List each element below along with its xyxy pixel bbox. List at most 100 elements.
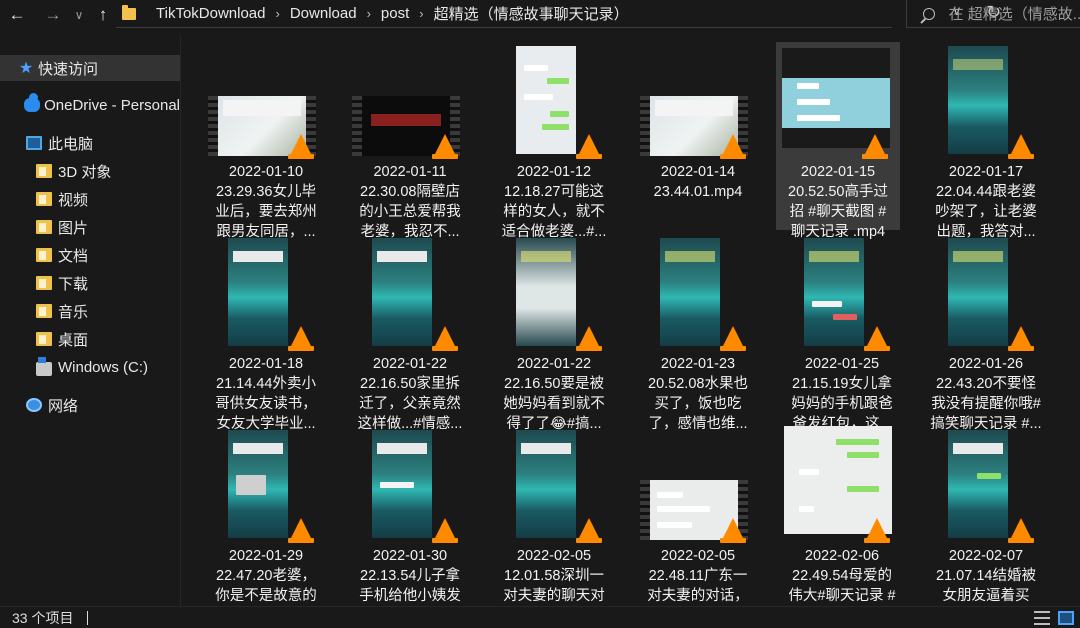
sidebar-item-windows-c[interactable]: Windows (C:): [0, 354, 180, 380]
video-thumbnail: [228, 238, 288, 346]
vlc-icon: [1008, 134, 1034, 159]
file-item[interactable]: 2022-01-10 23.29.36女儿毕 业后，要去郑州 跟男友同居，...: [204, 42, 328, 240]
forward-button[interactable]: →: [40, 0, 66, 30]
chat-bubble: [846, 486, 880, 493]
folder-icon: [36, 164, 52, 178]
chevron-right-icon: ›: [419, 6, 424, 21]
sidebar-item-network[interactable]: 网络: [0, 392, 180, 418]
file-view: 2022-01-10 23.29.36女儿毕 业后，要去郑州 跟男友同居，...…: [181, 36, 1080, 606]
chat-bubble: [524, 93, 554, 100]
address-bar[interactable]: TikTokDownload › Download › post › 超精选（情…: [116, 0, 1001, 28]
file-item[interactable]: 2022-01-18 21.14.44外卖小 哥供女友读书， 女友大学毕业...: [204, 234, 328, 432]
video-thumbnail: [948, 430, 1008, 538]
caption-box: [232, 250, 284, 262]
search-icon: [923, 7, 935, 20]
sidebar-item-videos[interactable]: 视频: [0, 186, 180, 212]
file-item[interactable]: 2022-01-17 22.04.44跟老婆 吵架了，让老婆 出题，我答对...: [924, 42, 1048, 240]
caption-box: [952, 442, 1004, 454]
video-thumbnail: [948, 238, 1008, 346]
file-item-selected[interactable]: 2022-01-15 20.52.50高手过 招 #聊天截图 # 聊天记录 .m…: [776, 42, 900, 240]
sidebar-item-label: Windows (C:): [58, 358, 149, 376]
red-packet: [832, 313, 857, 320]
video-thumbnail: [228, 430, 288, 538]
file-name: 2022-01-14 23.44.01.mp4: [653, 164, 743, 200]
chevron-right-icon: ›: [366, 6, 371, 21]
sidebar-item-onedrive[interactable]: OneDrive - Personal: [0, 92, 180, 118]
chat-bubble: [835, 438, 880, 445]
file-item[interactable]: 2022-02-05 12.01.58深圳一 对夫妻的聊天对 话，老婆要参...: [492, 426, 616, 606]
chat-bubble: [380, 481, 414, 488]
sidebar-item-music[interactable]: 音乐: [0, 298, 180, 324]
recent-locations-button[interactable]: ∨: [66, 0, 92, 30]
vlc-icon: [720, 326, 746, 351]
up-button[interactable]: ↑: [90, 0, 116, 30]
back-button[interactable]: ←: [4, 0, 30, 30]
breadcrumb-current-folder[interactable]: 超精选（情感故事聊天记录）: [434, 3, 629, 24]
file-item[interactable]: 2022-01-26 22.43.20不要怪 我没有提醒你哦# 搞笑聊天记录 #…: [924, 234, 1048, 432]
search-input[interactable]: 在 超精选（情感故...: [949, 3, 1080, 24]
vlc-icon: [864, 518, 890, 543]
sidebar-item-downloads[interactable]: 下载: [0, 270, 180, 296]
file-name: 2022-02-05 22.48.11广东一 对夫妻的对话， 三十后的男人...: [647, 548, 749, 604]
vlc-icon: [288, 326, 314, 351]
chat-bubble: [542, 123, 569, 130]
file-item[interactable]: 2022-02-05 22.48.11广东一 对夫妻的对话， 三十后的男人...: [636, 426, 760, 606]
file-item[interactable]: 2022-01-12 12.18.27可能这 样的女人，就不 适合做老婆...#…: [492, 42, 616, 240]
file-item[interactable]: 2022-02-06 22.49.54母爱的 伟大#聊天记录 # 聊天记录截图.…: [780, 426, 904, 606]
vlc-icon: [576, 134, 602, 159]
sidebar-item-label: 3D 对象: [58, 163, 112, 181]
vlc-icon: [862, 134, 888, 159]
sidebar-item-label: 下载: [58, 275, 89, 293]
file-item[interactable]: 2022-01-14 23.44.01.mp4: [636, 42, 760, 230]
star-icon: ★: [18, 60, 34, 77]
folder-icon: [36, 332, 52, 346]
chat-bubble: [846, 451, 880, 458]
breadcrumb-download[interactable]: Download: [290, 5, 357, 22]
file-name: 2022-01-25 21.15.19女儿拿 妈妈的手机跟爸 爸发红包，这...: [791, 356, 893, 432]
file-item[interactable]: 2022-01-11 22.30.08隔壁店 的小王总爱帮我 老婆，我忍不...: [348, 42, 472, 240]
sidebar-item-desktop[interactable]: 桌面: [0, 326, 180, 352]
chat-bubble: [657, 492, 684, 498]
file-item[interactable]: 2022-01-22 22.16.50家里拆 迁了，父亲竟然 这样做...#情感…: [348, 234, 472, 432]
item-count: 33 个项目: [12, 609, 74, 626]
status-bar: 33 个项目: [0, 606, 1080, 628]
folder-icon: [36, 248, 52, 262]
film-strip: [640, 96, 650, 156]
sidebar-item-pictures[interactable]: 图片: [0, 214, 180, 240]
file-item[interactable]: 2022-01-25 21.15.19女儿拿 妈妈的手机跟爸 爸发红包，这...: [780, 234, 904, 432]
sidebar-item-3d-objects[interactable]: 3D 对象: [0, 158, 180, 184]
vlc-icon: [720, 518, 746, 543]
file-name: 2022-01-10 23.29.36女儿毕 业后，要去郑州 跟男友同居，...: [215, 164, 317, 240]
file-item[interactable]: 2022-01-23 20.52.08水果也 买了，饭也吃 了，感情也维...: [636, 234, 760, 432]
file-item[interactable]: 2022-01-22 22.16.50要是被 她妈妈看到就不 得了了😂#搞...: [492, 234, 616, 432]
film-strip: [640, 480, 650, 540]
vlc-icon: [432, 134, 458, 159]
file-item[interactable]: 2022-02-07 21.07.14结婚被 女朋友逼着买 房，我是这么...: [924, 426, 1048, 606]
sidebar-item-quick-access[interactable]: ★ 快速访问: [0, 55, 180, 81]
large-icons-view-icon[interactable]: [1058, 611, 1074, 625]
caption-box: [952, 58, 1004, 70]
chat-bubble: [797, 83, 819, 89]
sidebar-item-label: 桌面: [58, 331, 89, 349]
navigation-pane: ★ 快速访问 OneDrive - Personal 此电脑 3D 对象 视频 …: [0, 36, 180, 606]
chat-bubble: [812, 300, 843, 307]
file-name: 2022-02-06 22.49.54母爱的 伟大#聊天记录 # 聊天记录截图.…: [788, 548, 896, 604]
computer-icon: [26, 136, 42, 150]
caption-box: [655, 99, 733, 117]
chat-bubble: [657, 506, 710, 513]
sidebar-item-documents[interactable]: 文档: [0, 242, 180, 268]
details-view-icon[interactable]: [1034, 611, 1050, 625]
film-strip: [208, 96, 218, 156]
file-item[interactable]: 2022-01-30 22.13.54儿子拿 手机给他小姨发 红包，妈妈一...: [348, 426, 472, 606]
search-box[interactable]: 在 超精选（情感故...: [906, 0, 1080, 28]
sidebar-item-this-pc[interactable]: 此电脑: [0, 130, 180, 156]
vlc-icon: [432, 326, 458, 351]
file-name: 2022-01-11 22.30.08隔壁店 的小王总爱帮我 老婆，我忍不...: [359, 164, 461, 240]
video-frame: [782, 78, 890, 128]
breadcrumb-post[interactable]: post: [381, 5, 409, 22]
vlc-icon: [432, 518, 458, 543]
breadcrumb-tiktokdownload[interactable]: TikTokDownload: [156, 5, 266, 22]
caption-box: [664, 250, 716, 262]
vlc-icon: [576, 326, 602, 351]
file-item[interactable]: 2022-01-29 22.47.20老婆， 你是不是故意的 啊？？#聊天记..…: [204, 426, 328, 606]
